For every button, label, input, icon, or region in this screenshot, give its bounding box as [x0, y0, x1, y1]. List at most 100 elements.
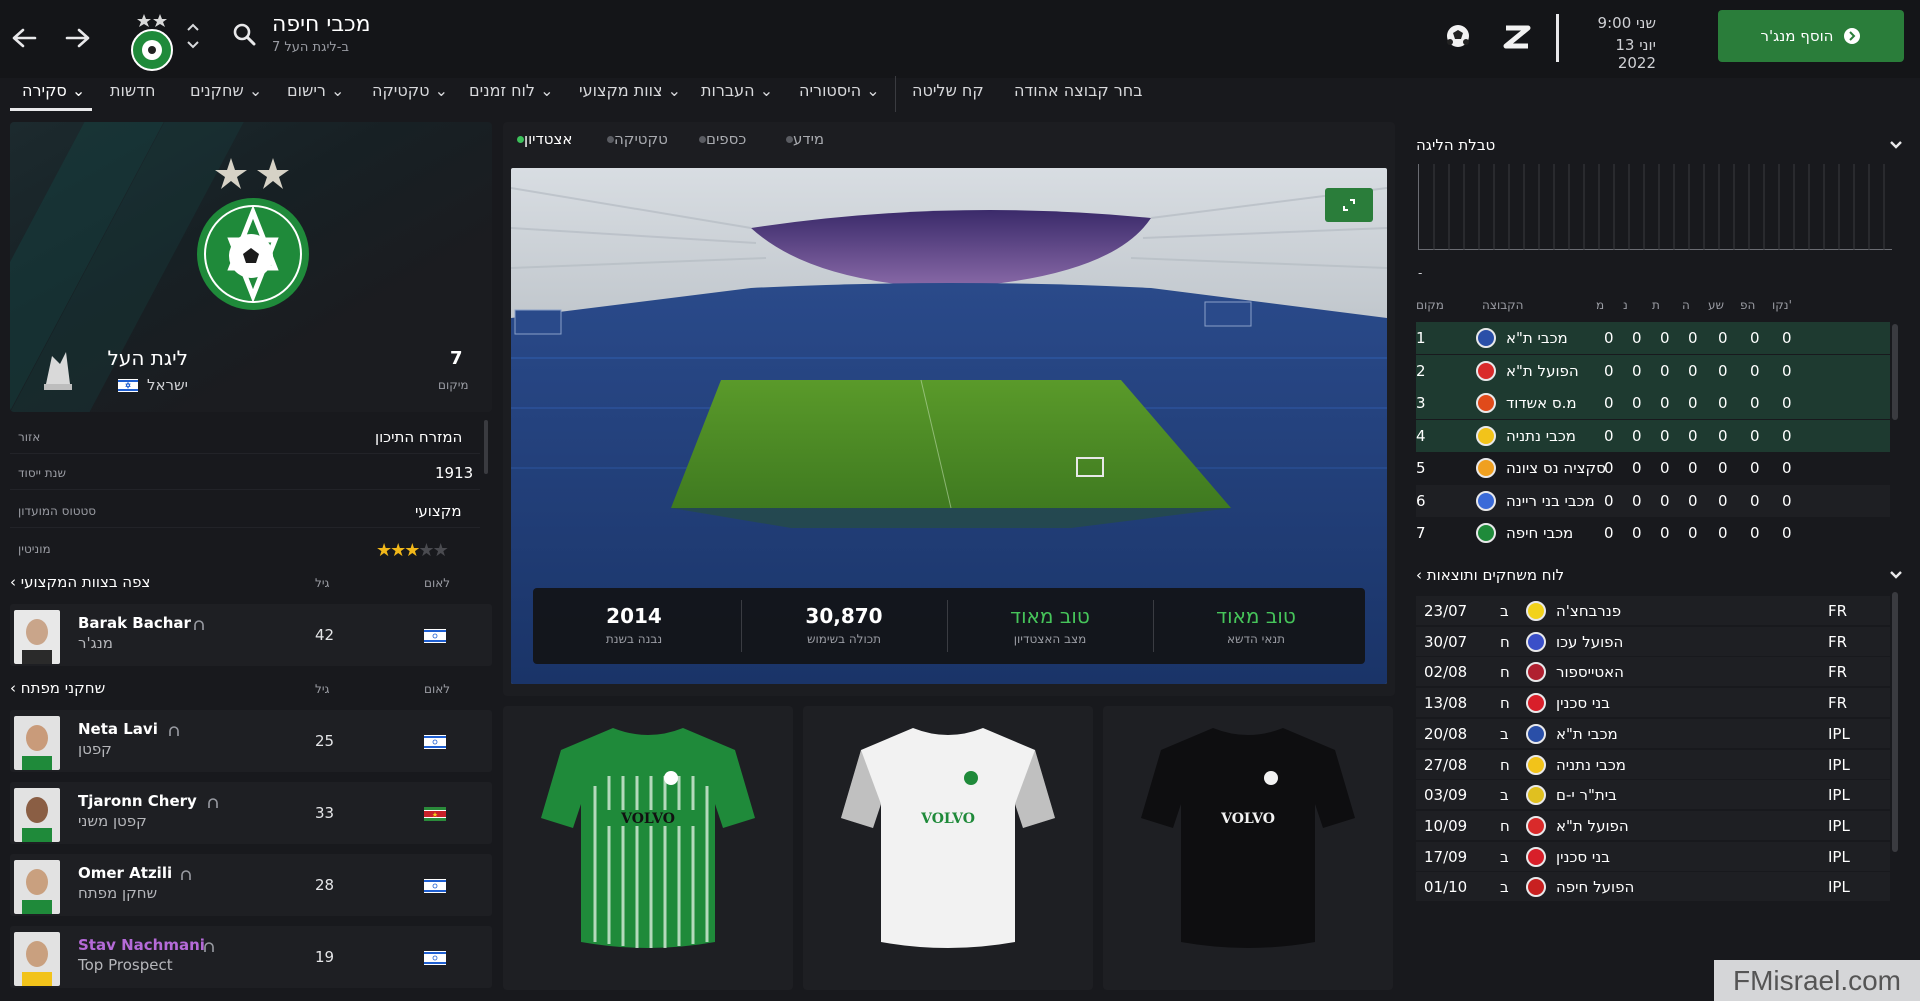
- menu-news[interactable]: חדשות: [110, 78, 155, 118]
- cell-team[interactable]: מכבי נתניה: [1506, 427, 1576, 445]
- zeta-logo-icon[interactable]: [1502, 22, 1532, 56]
- chevron-down-icon[interactable]: [1888, 136, 1904, 156]
- menu-take-control[interactable]: קח שליטה: [912, 78, 984, 118]
- club-crest-icon[interactable]: [122, 12, 182, 72]
- team-crest-icon: [1476, 328, 1496, 348]
- col-won: נ: [1623, 298, 1628, 312]
- table-row[interactable]: 6 מכבי בני ריינה 0 0 0 0 0 0 0: [1416, 484, 1890, 517]
- fixture-row[interactable]: 27/08 ח מכבי נתניה IPL: [1416, 749, 1890, 779]
- cell-team[interactable]: סקציה נס ציונה: [1506, 459, 1606, 477]
- stat-value: 30,870: [805, 604, 883, 628]
- fixture-team[interactable]: הפועל ת"א: [1556, 817, 1629, 835]
- tab-tactic[interactable]: טקטיקה: [601, 130, 668, 148]
- stat-divider: [947, 600, 948, 652]
- fixtures-link[interactable]: ‹ לוח משחקים ותוצאות: [1416, 566, 1564, 584]
- away-kit[interactable]: VOLVO: [803, 706, 1093, 990]
- menu-history[interactable]: היסטוריה ⌄: [799, 78, 880, 118]
- col-points: נקו': [1772, 298, 1792, 312]
- table-row[interactable]: 7 מכבי חיפה 0 0 0 0 0 0 0: [1416, 517, 1890, 549]
- player-row[interactable]: Tjaronn Chery קפטן משני 33: [10, 782, 492, 844]
- table-row[interactable]: 4 מכבי נתניה 0 0 0 0 0 0 0: [1416, 419, 1890, 452]
- fixture-row[interactable]: 30/07 ח הפועל עכו FR: [1416, 626, 1890, 656]
- club-switch-arrows-icon[interactable]: [184, 18, 202, 54]
- league-logo-icon: [38, 344, 78, 392]
- cell-ga: 0: [1750, 361, 1760, 380]
- cell-team[interactable]: הפועל ת"א: [1506, 362, 1579, 380]
- team-crest-icon: [1476, 360, 1496, 381]
- fixture-team[interactable]: מכבי ת"א: [1556, 725, 1618, 743]
- player-row[interactable]: Neta Lavi קפטן 25: [10, 710, 492, 772]
- cell-pos: 7: [1416, 524, 1426, 542]
- player-row[interactable]: Omer Atzili שחקן מפתח 28: [10, 854, 492, 916]
- view-staff-link[interactable]: ‹ צפה בצוות המקצועי: [10, 573, 150, 591]
- star-filled-icon: ★: [404, 540, 420, 561]
- menu-transfers[interactable]: העברות ⌄: [701, 78, 773, 118]
- table-row[interactable]: 1 מכבי ת"א 0 0 0 0 0 0 0: [1416, 322, 1890, 354]
- menu-choose-favorite[interactable]: בחר קבוצה אהודה: [1014, 78, 1143, 118]
- fixture-row[interactable]: 17/09 ב בני סכנין IPL: [1416, 841, 1890, 871]
- chevron-down-icon[interactable]: [1888, 566, 1904, 586]
- fixture-team[interactable]: פנרבחצ'ה: [1556, 602, 1621, 620]
- cell-team[interactable]: מכבי ת"א: [1506, 329, 1568, 347]
- forward-arrow-icon[interactable]: [60, 20, 96, 56]
- game-date[interactable]: שני 9:00 13 יוני 2022: [1556, 14, 1656, 72]
- expand-image-button[interactable]: [1325, 188, 1373, 222]
- league-table-scrollbar[interactable]: [1892, 324, 1898, 420]
- fixture-row[interactable]: 01/10 ב הפועל חיפה IPL: [1416, 872, 1890, 902]
- fixture-team[interactable]: מכבי נתניה: [1556, 756, 1626, 774]
- fixture-team[interactable]: בית"ר י-ם: [1556, 786, 1617, 804]
- fixture-team[interactable]: בני סכנין: [1556, 848, 1610, 866]
- fixture-row[interactable]: 03/09 ב בית"ר י-ם IPL: [1416, 780, 1890, 810]
- col-pos: מקום: [1416, 298, 1444, 312]
- cell-team[interactable]: מ.ס אשדוד: [1506, 394, 1577, 412]
- col-lost: ה: [1682, 298, 1690, 312]
- tab-stadium[interactable]: אצטדיון: [511, 130, 572, 148]
- cell-team[interactable]: מכבי חיפה: [1506, 524, 1573, 542]
- person-status-icon: [168, 722, 180, 736]
- player-row[interactable]: Stav Nachmani Top Prospect 19: [10, 926, 492, 988]
- cell-team[interactable]: מכבי בני ריינה: [1506, 492, 1595, 510]
- third-kit[interactable]: VOLVO: [1103, 706, 1393, 990]
- menu-schedule[interactable]: לוח זמנים ⌄: [469, 78, 554, 118]
- staff-row[interactable]: Barak Bachar מנג'ר 42: [10, 604, 492, 666]
- fixture-row[interactable]: 13/08 ח בני סכנין FR: [1416, 688, 1890, 718]
- tab-finances[interactable]: כספים: [693, 130, 746, 148]
- table-row[interactable]: 2 הפועל ת"א 0 0 0 0 0 0 0: [1416, 354, 1890, 387]
- menu-players[interactable]: שחקנים ⌄: [190, 78, 262, 118]
- fixture-row[interactable]: 20/08 ב מכבי ת"א IPL: [1416, 718, 1890, 748]
- league-name[interactable]: ליגת העל: [98, 346, 188, 370]
- fixture-row[interactable]: 02/08 ח האטייספור FR: [1416, 657, 1890, 687]
- info-scrollbar[interactable]: [484, 420, 488, 474]
- fixture-team[interactable]: הפועל חיפה: [1556, 878, 1634, 896]
- team-crest-icon: [1526, 846, 1546, 867]
- fixture-comp: FR: [1828, 694, 1848, 713]
- fixture-team[interactable]: הפועל עכו: [1556, 633, 1623, 651]
- fixture-row[interactable]: 10/09 ח הפועל ת"א IPL: [1416, 810, 1890, 840]
- cell-gf: 0: [1718, 491, 1728, 510]
- club-subtitle: 7 ב-ליגת העל: [272, 40, 349, 55]
- menu-overview[interactable]: סקירה ⌄: [22, 78, 85, 118]
- menu-staff[interactable]: צוות מקצועי ⌄: [579, 78, 681, 118]
- fixture-team[interactable]: האטייספור: [1556, 663, 1624, 681]
- league-table-title[interactable]: טבלת הליגה: [1416, 136, 1495, 154]
- menu-tactics[interactable]: טקטיקה ⌄: [372, 78, 448, 118]
- col-played: מ: [1596, 298, 1605, 312]
- cell-ga: 0: [1750, 491, 1760, 510]
- fixture-venue: ח: [1500, 663, 1510, 682]
- col-nation: לאום: [424, 682, 451, 696]
- tab-info[interactable]: מידע: [780, 130, 824, 148]
- search-icon[interactable]: [232, 22, 256, 50]
- football-icon[interactable]: [1444, 22, 1472, 54]
- add-manager-button[interactable]: הוסף מנג'ר: [1718, 10, 1904, 62]
- fixture-comp: FR: [1828, 663, 1848, 682]
- back-arrow-icon[interactable]: [6, 20, 42, 56]
- menu-recruitment[interactable]: רישום ⌄: [287, 78, 344, 118]
- fixture-row[interactable]: 23/07 ב פנרבחצ'ה FR: [1416, 596, 1890, 625]
- table-row[interactable]: 3 מ.ס אשדוד 0 0 0 0 0 0 0: [1416, 387, 1890, 419]
- fixtures-scrollbar[interactable]: [1892, 592, 1898, 852]
- fixture-team[interactable]: בני סכנין: [1556, 694, 1610, 712]
- home-kit[interactable]: VOLVO: [503, 706, 793, 990]
- key-players-link[interactable]: ‹ שחקני מפתח: [10, 679, 105, 697]
- table-row[interactable]: 5 סקציה נס ציונה 0 0 0 0 0 0 0: [1416, 452, 1890, 484]
- info-value: 1913: [435, 464, 474, 482]
